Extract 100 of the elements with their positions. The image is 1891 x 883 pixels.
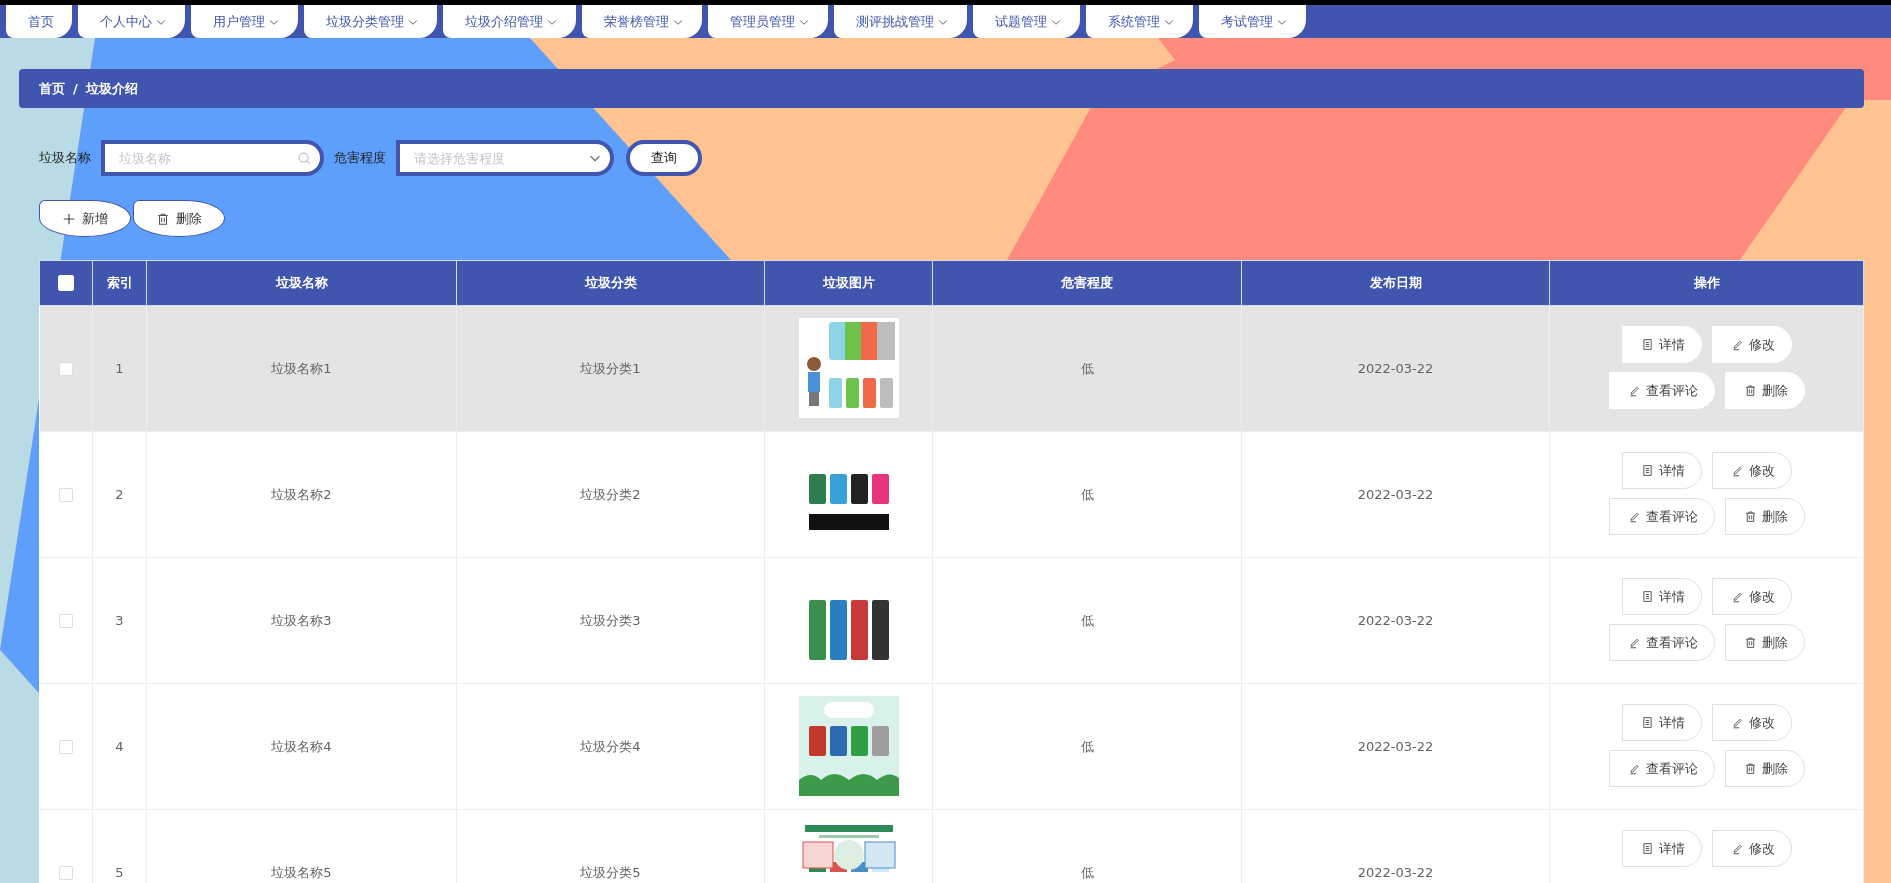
detail-button[interactable]: 详情	[1621, 704, 1702, 741]
table-cell: 垃圾名称3	[146, 557, 457, 684]
nav-tab[interactable]: 垃圾介绍管理	[443, 5, 576, 38]
table-cell: 3	[92, 557, 147, 684]
column-header: 垃圾名称	[146, 260, 457, 306]
field-label: 危害程度	[334, 149, 386, 167]
table-row[interactable]: 5 垃圾名称5 垃圾分类5 低 2022-03-22 详情 修改	[39, 809, 1864, 883]
row-checkbox[interactable]	[58, 614, 73, 629]
edit-button[interactable]: 修改	[1711, 704, 1792, 741]
edit-button[interactable]: 修改	[1711, 578, 1792, 615]
trash-icon	[1743, 510, 1757, 523]
table-cell: 低	[932, 683, 1242, 810]
pencil-icon	[1627, 510, 1641, 523]
nav-tab[interactable]: 首页	[6, 5, 72, 38]
nav-tab[interactable]: 试题管理	[973, 5, 1080, 38]
document-icon	[1640, 716, 1654, 729]
row-checkbox[interactable]	[58, 362, 73, 377]
table-cell: 2022-03-22	[1241, 305, 1550, 432]
delete-button[interactable]: 删除	[1724, 624, 1805, 661]
row-checkbox[interactable]	[58, 740, 73, 755]
table-cell: 垃圾分类5	[456, 809, 765, 883]
search-icon	[297, 151, 312, 166]
nav-tab[interactable]: 垃圾分类管理	[304, 5, 437, 38]
detail-button[interactable]: 详情	[1621, 452, 1702, 489]
column-header: 索引	[92, 260, 147, 306]
row-checkbox[interactable]	[58, 488, 73, 503]
table-cell: 垃圾名称1	[146, 305, 457, 432]
table-cell: 低	[932, 557, 1242, 684]
column-header: 发布日期	[1241, 260, 1550, 306]
table-cell: 2	[92, 431, 147, 558]
nav-tab[interactable]: 考试管理	[1199, 5, 1306, 38]
select-field[interactable]: 请选择危害程度	[396, 140, 614, 176]
search-button[interactable]: 查询	[626, 140, 702, 176]
table-cell: 2022-03-22	[1241, 683, 1550, 810]
delete-button[interactable]: 删除	[1724, 372, 1805, 409]
delete-button[interactable]: 删除	[1724, 750, 1805, 787]
table-cell: 2022-03-22	[1241, 431, 1550, 558]
column-header: 危害程度	[932, 260, 1242, 306]
trash-icon	[1743, 762, 1757, 775]
table-cell: 垃圾名称2	[146, 431, 457, 558]
plus-icon	[62, 211, 76, 226]
nav-tab[interactable]: 荣誉榜管理	[582, 5, 702, 38]
search-field[interactable]: 垃圾名称	[101, 140, 324, 176]
table-row[interactable]: 1 垃圾名称1 垃圾分类1 低 2022-03-22 详情 修改 查看评论 删除	[39, 305, 1864, 432]
table-cell: 低	[932, 809, 1242, 883]
pencil-icon	[1730, 590, 1744, 603]
pencil-icon	[1730, 842, 1744, 855]
pencil-icon	[1730, 338, 1744, 351]
column-header: 垃圾图片	[764, 260, 933, 306]
table-cell: 垃圾分类1	[456, 305, 765, 432]
table-row[interactable]: 3 垃圾名称3 垃圾分类3 低 2022-03-22 详情 修改 查看评论 删除	[39, 557, 1864, 684]
row-checkbox[interactable]	[58, 866, 73, 881]
breadcrumb-current: 垃圾介绍	[85, 79, 138, 98]
nav-tab[interactable]: 系统管理	[1086, 5, 1193, 38]
document-icon	[1640, 338, 1654, 351]
table-cell: 低	[932, 431, 1242, 558]
table-row[interactable]: 2 垃圾名称2 垃圾分类2 低 2022-03-22 详情 修改 查看评论 删除	[39, 431, 1864, 558]
breadcrumb-link[interactable]: 首页	[39, 79, 65, 98]
table-cell: 垃圾分类4	[456, 683, 765, 810]
edit-button[interactable]: 修改	[1711, 452, 1792, 489]
comments-button[interactable]: 查看评论	[1608, 750, 1715, 787]
delete-button[interactable]: 删除	[1724, 498, 1805, 535]
nav-tab[interactable]: 管理员管理	[708, 5, 828, 38]
pencil-icon	[1627, 762, 1641, 775]
table-cell: 垃圾分类2	[456, 431, 765, 558]
trash-icon	[1743, 636, 1757, 649]
pencil-icon	[1627, 384, 1641, 397]
edit-button[interactable]: 修改	[1711, 326, 1792, 363]
pencil-icon	[1730, 464, 1744, 477]
table-cell: 1	[92, 305, 147, 432]
comments-button[interactable]: 查看评论	[1608, 624, 1715, 661]
pencil-icon	[1730, 716, 1744, 729]
document-icon	[1640, 464, 1654, 477]
document-icon	[1640, 590, 1654, 603]
table-cell: 5	[92, 809, 147, 883]
nav-tab[interactable]: 测评挑战管理	[834, 5, 967, 38]
detail-button[interactable]: 详情	[1621, 326, 1702, 363]
breadcrumb-separator: /	[73, 81, 78, 96]
column-header: 垃圾分类	[456, 260, 765, 306]
detail-button[interactable]: 详情	[1621, 578, 1702, 615]
comments-button[interactable]: 查看评论	[1608, 498, 1715, 535]
nav-tab[interactable]: 个人中心	[78, 5, 185, 38]
detail-button[interactable]: 详情	[1621, 830, 1702, 867]
document-icon	[1640, 842, 1654, 855]
trash-icon	[156, 211, 170, 226]
table-cell: 4	[92, 683, 147, 810]
table-cell: 垃圾名称5	[146, 809, 457, 883]
edit-button[interactable]: 修改	[1711, 830, 1792, 867]
table-cell: 垃圾分类3	[456, 557, 765, 684]
trash-icon	[1743, 384, 1757, 397]
pencil-icon	[1627, 636, 1641, 649]
select-all-checkbox[interactable]	[58, 275, 74, 292]
table-row[interactable]: 4 垃圾名称4 垃圾分类4 低 2022-03-22 详情 修改 查看评论 删除	[39, 683, 1864, 810]
table-cell: 垃圾名称4	[146, 683, 457, 810]
field-label: 垃圾名称	[39, 149, 91, 167]
table-cell: 低	[932, 305, 1242, 432]
table-cell: 2022-03-22	[1241, 809, 1550, 883]
nav-tab[interactable]: 用户管理	[191, 5, 298, 38]
comments-button[interactable]: 查看评论	[1608, 372, 1715, 409]
table-cell: 2022-03-22	[1241, 557, 1550, 684]
